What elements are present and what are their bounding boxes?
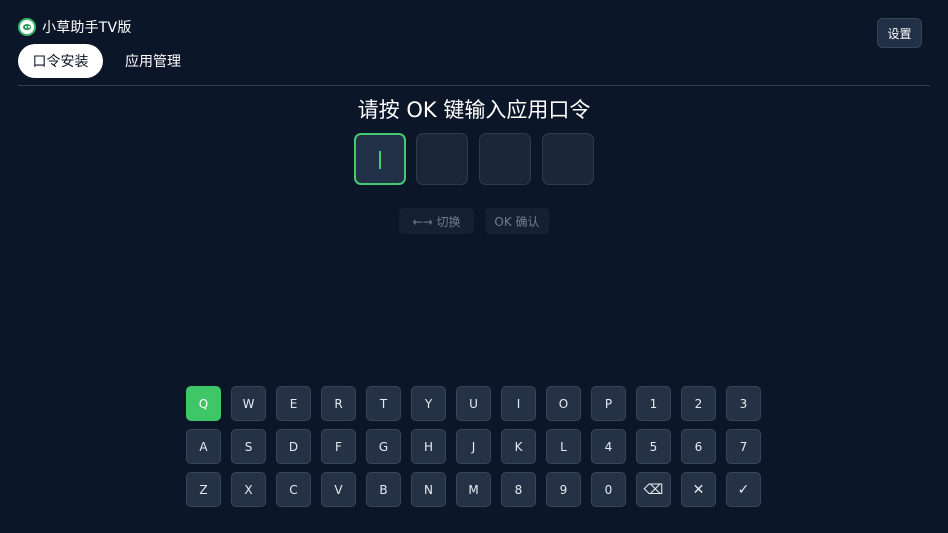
code-box-1[interactable] [354, 133, 406, 185]
key-y[interactable]: Y [411, 386, 446, 421]
settings-button[interactable]: 设置 [877, 18, 922, 48]
key-1[interactable]: 1 [636, 386, 671, 421]
key-3[interactable]: 3 [726, 386, 761, 421]
confirm-check-key[interactable]: ✓ [726, 472, 761, 507]
key-c[interactable]: C [276, 472, 311, 507]
backspace-icon: ⌫ [643, 481, 664, 498]
key-0[interactable]: 0 [591, 472, 626, 507]
key-j[interactable]: J [456, 429, 491, 464]
app-title: 小草助手TV版 [42, 20, 132, 36]
hint-switch: ←→ 切换 [399, 208, 474, 234]
app-brand: 小草助手TV版 [18, 17, 132, 37]
key-8[interactable]: 8 [501, 472, 536, 507]
key-a[interactable]: A [186, 429, 221, 464]
key-p[interactable]: P [591, 386, 626, 421]
confirm-check-icon: ✓ [737, 481, 750, 498]
key-b[interactable]: B [366, 472, 401, 507]
backspace-key[interactable]: ⌫ [636, 472, 671, 507]
key-d[interactable]: D [276, 429, 311, 464]
tab-app-management[interactable]: 应用管理 [112, 44, 194, 78]
key-q[interactable]: Q [186, 386, 221, 421]
code-box-4[interactable] [542, 133, 594, 185]
grass-logo-icon [18, 18, 36, 36]
key-r[interactable]: R [321, 386, 356, 421]
code-box-2[interactable] [416, 133, 468, 185]
key-m[interactable]: M [456, 472, 491, 507]
key-k[interactable]: K [501, 429, 536, 464]
key-n[interactable]: N [411, 472, 446, 507]
code-box-3[interactable] [479, 133, 531, 185]
clear-icon: ✕ [692, 481, 705, 498]
key-w[interactable]: W [231, 386, 266, 421]
clear-key[interactable]: ✕ [681, 472, 716, 507]
key-2[interactable]: 2 [681, 386, 716, 421]
hint-confirm: OK 确认 [485, 208, 549, 234]
key-5[interactable]: 5 [636, 429, 671, 464]
code-prompt: 请按 OK 键输入应用口令 [357, 98, 591, 122]
key-v[interactable]: V [321, 472, 356, 507]
key-x[interactable]: X [231, 472, 266, 507]
key-e[interactable]: E [276, 386, 311, 421]
key-9[interactable]: 9 [546, 472, 581, 507]
key-6[interactable]: 6 [681, 429, 716, 464]
key-4[interactable]: 4 [591, 429, 626, 464]
key-u[interactable]: U [456, 386, 491, 421]
key-i[interactable]: I [501, 386, 536, 421]
tab-code-install[interactable]: 口令安装 [18, 44, 103, 78]
key-s[interactable]: S [231, 429, 266, 464]
key-l[interactable]: L [546, 429, 581, 464]
key-o[interactable]: O [546, 386, 581, 421]
key-g[interactable]: G [366, 429, 401, 464]
key-h[interactable]: H [411, 429, 446, 464]
app-screen: 小草助手TV版 设置 口令安装 应用管理 请按 OK 键输入应用口令 ←→ 切换… [0, 0, 948, 533]
key-7[interactable]: 7 [726, 429, 761, 464]
key-z[interactable]: Z [186, 472, 221, 507]
text-caret [379, 151, 381, 169]
key-t[interactable]: T [366, 386, 401, 421]
key-f[interactable]: F [321, 429, 356, 464]
header-divider [18, 85, 930, 86]
